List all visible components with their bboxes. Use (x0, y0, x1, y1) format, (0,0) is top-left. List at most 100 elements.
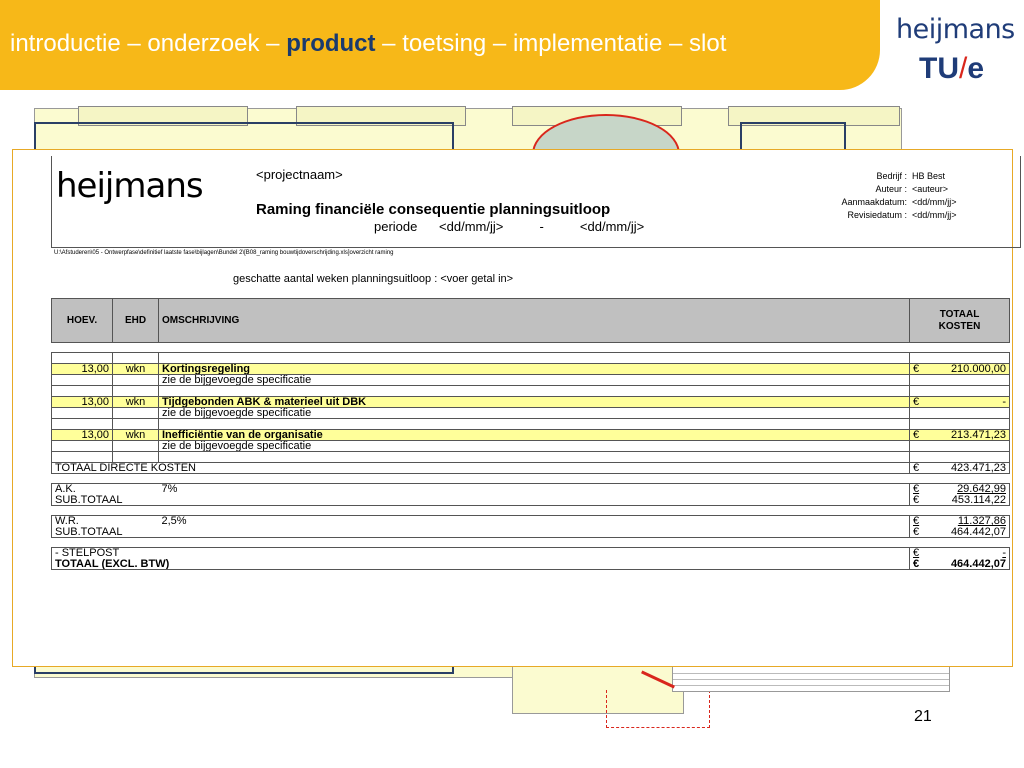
cell-spec: zie de bijgevoegde specificatie (158, 440, 910, 452)
amount: - (1002, 547, 1006, 559)
header-totaal: TOTAAL KOSTEN (909, 298, 1010, 343)
header-banner: introductie – onderzoek – product – toet… (0, 0, 880, 90)
euro-sign: € (913, 494, 920, 506)
cell-total: € - (909, 396, 1010, 408)
cell-total: €453.114,22 (909, 494, 1010, 506)
heijmans-logo: heijmans (896, 14, 1015, 45)
table-row: zie de bijgevoegde specificatie (51, 407, 1010, 419)
table-row-ak: A.K. 7% €29.642,99 (51, 483, 1010, 495)
meta-value: HB Best (912, 171, 946, 181)
euro-sign: € (913, 462, 920, 474)
meta-value: <dd/mm/jj> (912, 210, 957, 220)
cell-total: €423.471,23 (909, 462, 1010, 474)
tue-logo-tu: TU (919, 52, 959, 85)
table-row-totaal-directe: TOTAAL DIRECTE KOSTEN €423.471,23 (51, 462, 1010, 474)
table-row: zie de bijgevoegde specificatie (51, 374, 1010, 386)
meta-value: <auteur> (912, 184, 949, 194)
header-totaal-1: TOTAAL (939, 308, 980, 320)
cell-oms: Tijdgebonden ABK & materieel uit DBK (158, 396, 910, 408)
table-header-row: HOEV. EHD OMSCHRIJVING TOTAAL KOSTEN (51, 298, 1010, 343)
nav-current: product (286, 30, 376, 57)
cell-spec: zie de bijgevoegde specificatie (158, 407, 910, 419)
cell-oms: Inefficiëntie van de organisatie (158, 429, 910, 441)
cell-total: €29.642,99 (909, 483, 1010, 495)
header-hoev: HOEV. (51, 298, 113, 343)
euro-sign: € (913, 515, 920, 527)
slide-number: 21 (914, 708, 932, 725)
cell-total: € - (909, 547, 1010, 559)
meta-label: Auteur : (875, 184, 907, 194)
nav-before: introductie – onderzoek – (10, 30, 287, 57)
file-path: U:\Afstuderen\05 - Ontwerpfase\definitie… (54, 250, 394, 256)
document-title: Raming financiële consequentie plannings… (256, 201, 611, 218)
meta-label: Aanmaakdatum: (841, 197, 907, 207)
amount: 29.642,99 (957, 483, 1006, 495)
amount: 213.471,23 (950, 429, 1006, 441)
table-row-stelpost: - STELPOST € - (51, 547, 1010, 559)
background-frame (740, 122, 846, 152)
mini-spreadsheet (672, 666, 950, 692)
table-row: 13,00 wkn Inefficiëntie van de organisat… (51, 429, 1010, 441)
euro-sign: € (913, 558, 920, 570)
euro-sign: € (913, 396, 920, 408)
cell-total: €464.442,07 (909, 526, 1010, 538)
euro-sign: € (913, 363, 920, 375)
amount: 423.471,23 (950, 462, 1006, 474)
document-header: heijmans <projectnaam> Raming financiële… (51, 156, 1021, 248)
mini-row (673, 673, 949, 674)
table-row: zie de bijgevoegde specificatie (51, 440, 1010, 452)
cell-total: €464.442,07 (909, 558, 1010, 570)
euro-sign: € (913, 483, 920, 495)
cell-total: €11.327,86 (909, 515, 1010, 527)
table-row-wr: W.R. 2,5% €11.327,86 (51, 515, 1010, 527)
estimate-line: geschatte aantal weken planningsuitloop … (233, 273, 514, 285)
header-omschrijving: OMSCHRIJVING (158, 298, 910, 343)
cell-total: €210.000,00 (909, 363, 1010, 375)
cell-hoev: 13,00 (51, 429, 113, 441)
meta-value: <dd/mm/jj> (912, 197, 957, 207)
cell-ehd: wkn (112, 396, 159, 408)
document-panel: heijmans <projectnaam> Raming financiële… (12, 149, 1021, 667)
cell-hoev: 13,00 (51, 396, 113, 408)
cell-label: A.K. (51, 483, 159, 495)
cell-ehd: wkn (112, 429, 159, 441)
table-row (51, 451, 1010, 463)
table-row-subtotaal: SUB.TOTAAL €453.114,22 (51, 494, 1010, 506)
meta-label: Bedrijf : (876, 171, 907, 181)
amount: 453.114,22 (951, 494, 1006, 506)
mini-row (673, 679, 949, 680)
project-name: <projectnaam> (256, 167, 343, 182)
euro-sign: € (913, 526, 920, 538)
cell-label: SUB.TOTAAL (51, 494, 910, 506)
meta-label: Revisiedatum : (847, 210, 907, 220)
cell-label: W.R. (51, 515, 159, 527)
cell-pct: 2,5% (158, 515, 910, 527)
amount: 11.327,86 (957, 515, 1006, 527)
table-row-totaal: TOTAAL (EXCL. BTW) €464.442,07 (51, 558, 1010, 570)
mini-row (673, 685, 949, 686)
dashed-connector (606, 690, 710, 728)
table-row (51, 352, 1010, 364)
cell-total: €213.471,23 (909, 429, 1010, 441)
euro-sign: € (913, 547, 920, 559)
breadcrumb-nav: introductie – onderzoek – product – toet… (10, 30, 726, 58)
period: periode <dd/mm/jj> - <dd/mm/jj> (374, 219, 645, 234)
tue-logo: TU/e (919, 52, 984, 86)
table-row: 13,00 wkn Kortingsregeling €210.000,00 (51, 363, 1010, 375)
cell-hoev: 13,00 (51, 363, 113, 375)
amount: 464.442,07 (950, 526, 1006, 538)
cell-oms: Kortingsregeling (158, 363, 910, 375)
table-row-subtotaal: SUB.TOTAAL €464.442,07 (51, 526, 1010, 538)
table-row (51, 418, 1010, 430)
amount: 210.000,00 (950, 363, 1006, 375)
cell-spec: zie de bijgevoegde specificatie (158, 374, 910, 386)
table-row (51, 385, 1010, 397)
document-logo: heijmans (56, 166, 204, 206)
cell-pct: 7% (158, 483, 910, 495)
euro-sign: € (913, 429, 920, 441)
cell-label: TOTAAL (EXCL. BTW) (51, 558, 910, 570)
amount: - (1002, 396, 1006, 408)
table-row: 13,00 wkn Tijdgebonden ABK & materieel u… (51, 396, 1010, 408)
amount: 464.442,07 (950, 558, 1006, 570)
cost-table: HOEV. EHD OMSCHRIJVING TOTAAL KOSTEN 13,0… (51, 298, 1010, 570)
